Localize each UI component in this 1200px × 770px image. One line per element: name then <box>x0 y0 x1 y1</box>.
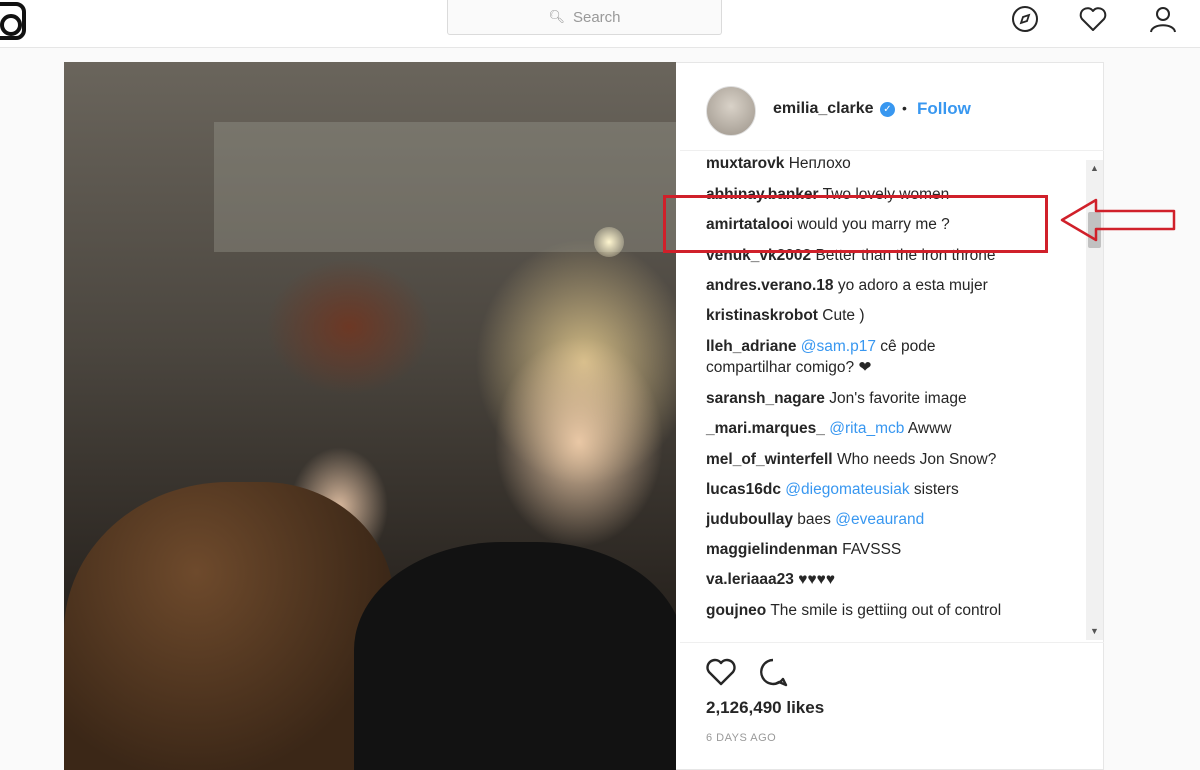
header-divider <box>680 150 1104 151</box>
likes-count[interactable]: 2,126,490 likes <box>706 698 824 718</box>
comment-mention[interactable]: @rita_mcb <box>829 420 904 437</box>
verified-badge-icon: ✓ <box>880 102 895 117</box>
comment-username[interactable]: maggielindenman <box>706 541 838 558</box>
comment-item: va.leriaaa23 ♥♥♥♥ <box>706 569 1076 590</box>
photo-coat-right <box>354 542 676 770</box>
comment-item: andres.verano.18 yo adoro a esta mujer <box>706 275 1076 296</box>
comment-username[interactable]: kristinaskrobot <box>706 307 818 324</box>
comment-text: Cute ) <box>822 307 865 324</box>
avatar[interactable] <box>706 86 756 136</box>
comment-username[interactable]: lucas16dc <box>706 481 781 498</box>
comment-item: lleh_adriane @sam.p17 cê pode compartilh… <box>706 336 1006 378</box>
comment-username[interactable]: andres.verano.18 <box>706 277 834 294</box>
comment-item: saransh_nagare Jon's favorite image <box>706 388 1076 409</box>
comment-mention[interactable]: @eveaurand <box>835 511 924 528</box>
comment-text: Who needs Jon Snow? <box>836 451 997 468</box>
comment-text: FAVSSS <box>842 541 902 558</box>
actions-divider <box>680 642 1104 643</box>
post-photo[interactable] <box>64 62 676 770</box>
comment-username[interactable]: muxtarovk <box>706 155 784 172</box>
comment-username[interactable]: mel_of_winterfell <box>706 451 833 468</box>
annotation-arrow-icon <box>1060 198 1176 242</box>
comment-username[interactable]: saransh_nagare <box>706 390 825 407</box>
comment-text: yo adoro a esta mujer <box>837 277 988 294</box>
scroll-down-arrow-icon[interactable]: ▼ <box>1086 623 1103 640</box>
comment-item: maggielindenman FAVSSS <box>706 539 1076 560</box>
comment-text: The smile is gettiing out of control <box>770 602 1002 619</box>
comment-username[interactable]: goujneo <box>706 602 766 619</box>
annotation-highlight-box <box>663 195 1048 253</box>
comment-item: goujneo The smile is gettiing out of con… <box>706 600 1076 621</box>
search-icon: 🔍︎ <box>548 9 565 24</box>
comment-item: mel_of_winterfell Who needs Jon Snow? <box>706 449 1076 470</box>
separator-dot: • <box>902 100 907 116</box>
comment-item: muxtarovk Неплохо <box>706 153 1076 174</box>
comment-text: Awww <box>907 420 952 437</box>
comment-text: Неплохо <box>788 155 851 172</box>
post-username[interactable]: emilia_clarke <box>773 100 874 118</box>
comment-mention[interactable]: @sam.p17 <box>801 338 876 355</box>
comment-text: baes <box>797 511 831 528</box>
comment-text: Jon's favorite image <box>829 390 967 407</box>
comment-bubble-icon[interactable] <box>756 655 790 689</box>
comment-username[interactable]: _mari.marques_ <box>706 420 825 437</box>
like-heart-icon[interactable] <box>704 655 738 689</box>
top-navigation-bar: 🔍︎ Search <box>0 0 1200 48</box>
comment-text: sisters <box>913 481 959 498</box>
comment-username[interactable]: lleh_adriane <box>706 338 796 355</box>
follow-button[interactable]: Follow <box>917 99 971 119</box>
comment-username[interactable]: va.leriaaa23 <box>706 571 794 588</box>
comment-mention[interactable]: @diegomateusiak <box>785 481 909 498</box>
instagram-logo-icon[interactable] <box>0 2 26 40</box>
comment-item: juduboullay baes @eveaurand <box>706 509 1076 530</box>
comment-username[interactable]: juduboullay <box>706 511 793 528</box>
comment-item: _mari.marques_ @rita_mcb Awww <box>706 418 1076 439</box>
comment-item: kristinaskrobot Cute ) <box>706 305 1076 326</box>
post-date[interactable]: 6 DAYS AGO <box>706 732 776 744</box>
comment-item: lucas16dc @diegomateusiak sisters <box>706 479 1076 500</box>
photo-light <box>594 227 624 257</box>
compass-icon[interactable] <box>1010 4 1040 34</box>
scroll-up-arrow-icon[interactable]: ▲ <box>1086 160 1103 177</box>
search-input[interactable]: 🔍︎ Search <box>447 0 722 35</box>
comment-text: ♥♥♥♥ <box>798 571 836 588</box>
post-header: emilia_clarke ✓ • Follow <box>680 82 1100 142</box>
heart-icon[interactable] <box>1078 4 1108 34</box>
search-placeholder: Search <box>572 8 621 26</box>
user-icon[interactable] <box>1148 4 1178 34</box>
photo-coat-left <box>64 482 394 770</box>
